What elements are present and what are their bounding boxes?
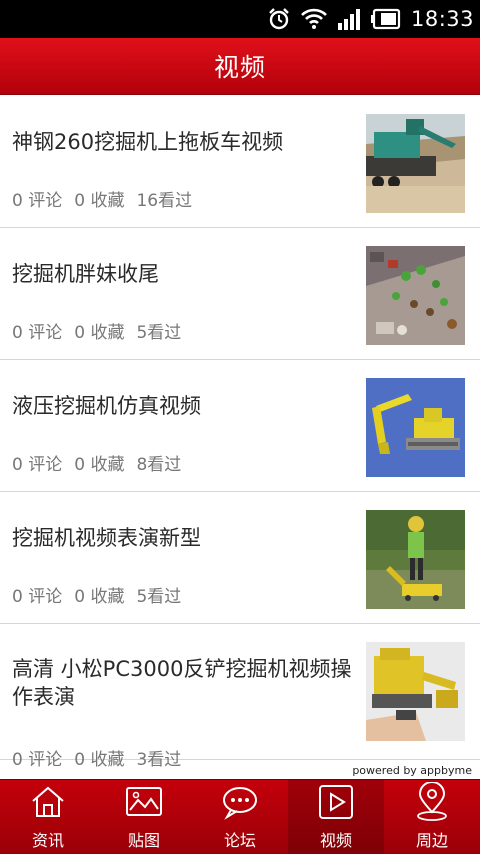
video-thumbnail[interactable]: [366, 510, 465, 609]
video-item[interactable]: 液压挖掘机仿真视频 0 评论 0 收藏 8看过: [0, 360, 480, 492]
page-title: 视频: [213, 53, 266, 82]
video-title: 挖掘机胖妹收尾: [12, 262, 159, 286]
tab-pictures[interactable]: 贴图: [96, 780, 192, 854]
video-item[interactable]: 挖掘机胖妹收尾 0 评论 0 收藏 5看过: [0, 228, 480, 360]
video-list: 神钢260挖掘机上拖板车视频 0 评论 0 收藏 16看过 挖掘机胖妹收尾 0 …: [0, 96, 480, 770]
tab-video[interactable]: 视频: [288, 780, 384, 854]
signal-icon: [337, 9, 360, 30]
comment-count: 0 评论: [12, 323, 63, 343]
view-count: 5看过: [136, 587, 182, 607]
video-thumbnail[interactable]: [366, 642, 465, 741]
video-item[interactable]: 高清 小松PC3000反铲挖掘机视频操作表演 0 评论 0 收藏 3看过: [0, 624, 480, 770]
status-time: 18:33: [410, 7, 474, 31]
tab-forum[interactable]: 论坛: [192, 780, 288, 854]
video-title: 液压挖掘机仿真视频: [12, 394, 201, 418]
tab-label: 周边: [415, 831, 448, 850]
wifi-icon: [301, 8, 327, 29]
video-title: 高清 小松PC3000反铲挖掘机视频操作表演: [12, 657, 352, 709]
video-meta: 0 评论 0 收藏 5看过: [12, 318, 181, 343]
video-meta: 0 评论 0 收藏 8看过: [12, 450, 181, 475]
alarm-icon: [269, 8, 289, 30]
powered-by-label: powered by appbyme: [352, 764, 472, 777]
video-thumbnail[interactable]: [366, 378, 465, 477]
video-meta: 0 评论 0 收藏 5看过: [12, 582, 181, 607]
view-count: 3看过: [136, 750, 182, 770]
video-thumbnail[interactable]: [366, 246, 465, 345]
comment-count: 0 评论: [12, 750, 63, 770]
view-count: 5看过: [136, 323, 182, 343]
tab-label: 资讯: [31, 831, 64, 850]
title-bar: 视频: [0, 38, 480, 95]
video-thumbnail[interactable]: [366, 114, 465, 213]
video-meta: 0 评论 0 收藏 3看过: [12, 745, 181, 770]
play-icon: [318, 780, 354, 824]
comment-count: 0 评论: [12, 587, 63, 607]
video-title: 神钢260挖掘机上拖板车视频: [12, 130, 284, 154]
chat-icon: [221, 780, 259, 824]
video-item[interactable]: 神钢260挖掘机上拖板车视频 0 评论 0 收藏 16看过: [0, 96, 480, 228]
view-count: 8看过: [136, 455, 182, 475]
comment-count: 0 评论: [12, 455, 63, 475]
tab-label: 论坛: [223, 831, 256, 850]
favorite-count: 0 收藏: [74, 750, 125, 770]
video-meta: 0 评论 0 收藏 16看过: [12, 186, 192, 211]
battery-icon: [370, 8, 401, 30]
tab-news[interactable]: 资讯: [0, 780, 96, 854]
image-icon: [125, 780, 163, 824]
tab-label: 视频: [319, 831, 352, 850]
comment-count: 0 评论: [12, 191, 63, 211]
favorite-count: 0 收藏: [74, 587, 125, 607]
video-title: 挖掘机视频表演新型: [12, 526, 201, 550]
tab-nearby[interactable]: 周边: [384, 780, 480, 854]
status-icons: 18:33: [267, 0, 474, 38]
video-item[interactable]: 挖掘机视频表演新型 0 评论 0 收藏 5看过: [0, 492, 480, 624]
status-bar: 18:33: [0, 0, 480, 38]
tab-label: 贴图: [127, 831, 160, 850]
home-icon: [30, 780, 66, 824]
view-count: 16看过: [136, 191, 193, 211]
favorite-count: 0 收藏: [74, 323, 125, 343]
favorite-count: 0 收藏: [74, 455, 125, 475]
favorite-count: 0 收藏: [74, 191, 125, 211]
location-icon: [414, 780, 450, 824]
bottom-tab-bar: 资讯 贴图 论坛 视频 周边: [0, 779, 480, 854]
